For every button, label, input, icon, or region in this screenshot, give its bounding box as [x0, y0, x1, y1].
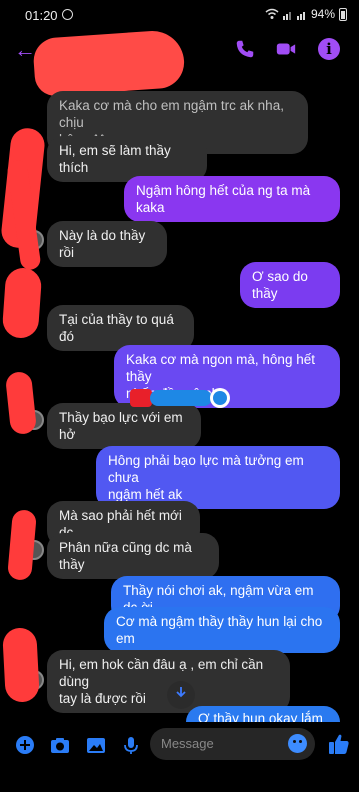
camera-icon[interactable] [50, 735, 70, 755]
watermark-logo [130, 388, 230, 408]
microphone-icon[interactable] [121, 735, 141, 755]
battery-icon [339, 7, 347, 21]
redaction-scribble [4, 370, 38, 436]
message-sent: Ơ thầy hun okay lắm ak [186, 706, 340, 722]
message-sent: Ơ sao do thầy [240, 262, 340, 308]
signal-icon-1 [282, 11, 291, 20]
message-sent: Ngậm hông hết của ng ta mà kaka [124, 176, 340, 222]
phone-icon[interactable] [234, 38, 256, 60]
message-received: Hi, em hok cần đâu ạ , em chỉ cần dùng t… [47, 650, 290, 713]
status-time: 01:20 [25, 8, 58, 23]
battery-percentage: 94% [310, 7, 335, 21]
message-received: Phân nữa cũng dc mà thầy [47, 533, 219, 579]
video-camera-icon[interactable] [275, 38, 297, 60]
message-sent: Cơ mà ngậm thầy thầy hun lại cho em [104, 607, 340, 653]
info-icon[interactable]: i [318, 38, 340, 60]
redacted-contact-name [32, 28, 186, 98]
thumbs-up-icon[interactable] [328, 733, 350, 755]
redaction-scribble [1, 266, 43, 340]
redaction-scribble [2, 627, 40, 703]
wifi-icon [265, 8, 279, 19]
chevron-down-icon [176, 687, 186, 698]
scroll-to-bottom-button[interactable] [167, 681, 195, 709]
message-composer: Message [0, 722, 359, 768]
redaction-scribble [6, 509, 38, 581]
system-navigation-area [0, 770, 359, 792]
message-input[interactable]: Message [150, 728, 315, 760]
signal-icon-2 [296, 11, 305, 20]
status-bar: 01:20 94% [0, 0, 359, 32]
chat-header: ← i [0, 28, 359, 98]
status-indicators: 94% [265, 7, 347, 21]
messenger-notification-icon [62, 9, 73, 20]
message-sent: Hông phải bạo lực mà tưởng em chưa ngậm … [96, 446, 340, 509]
plus-icon[interactable] [15, 735, 35, 755]
gallery-icon[interactable] [86, 735, 106, 755]
message-received: Này là do thầy rồi [47, 221, 167, 267]
message-placeholder: Message [161, 736, 214, 751]
emoji-icon[interactable] [288, 734, 307, 753]
